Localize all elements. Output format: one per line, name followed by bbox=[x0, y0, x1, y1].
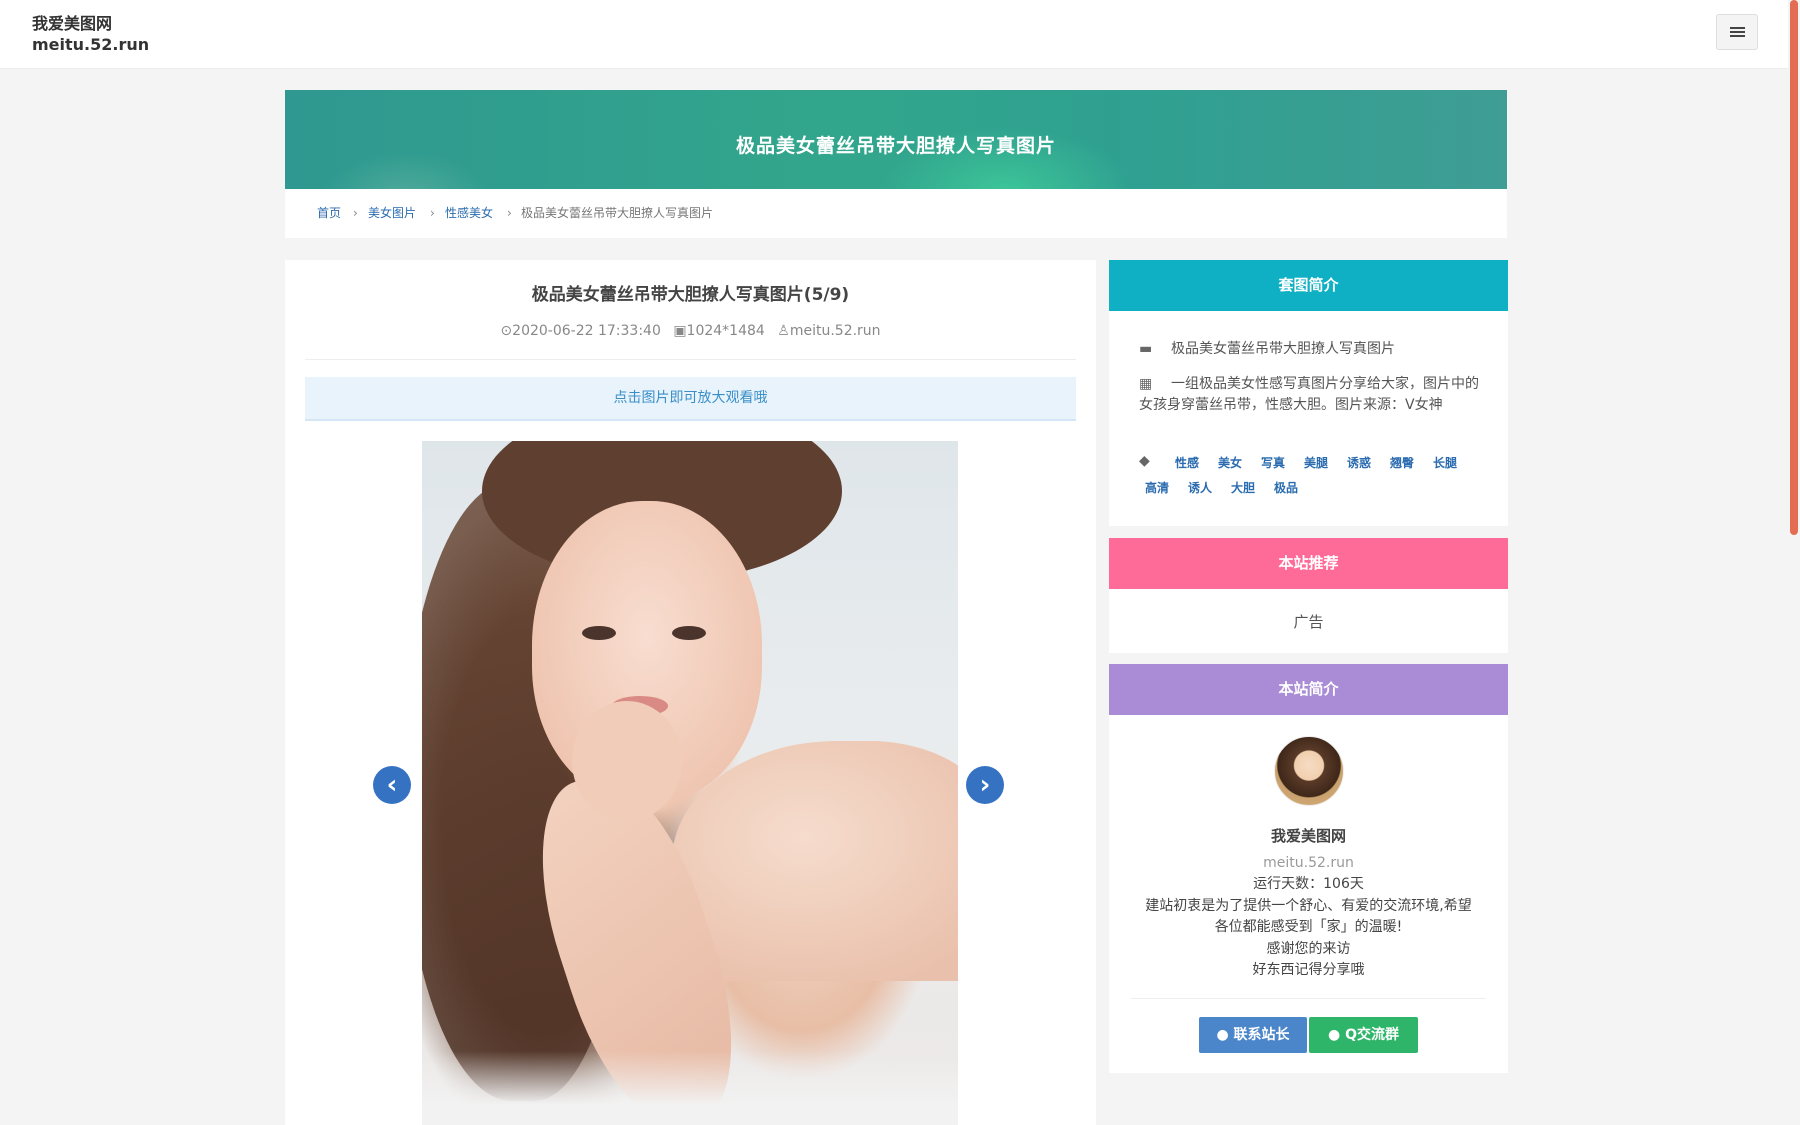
prev-image-button[interactable]: ‹ bbox=[373, 766, 411, 804]
post-date: 2020-06-22 17:33:40 bbox=[512, 323, 661, 339]
breadcrumb-subcategory[interactable]: 性感美女 bbox=[445, 189, 493, 238]
tag-item[interactable]: 长腿 bbox=[1433, 454, 1457, 471]
contact-admin-label: 联系站长 bbox=[1233, 1027, 1290, 1043]
tag-item[interactable]: 高清 bbox=[1145, 479, 1169, 496]
tags-icon: ◆ bbox=[1139, 453, 1150, 469]
recommend-card: 本站推荐 广告 bbox=[1109, 538, 1508, 653]
qq-group-label: Q交流群 bbox=[1345, 1027, 1399, 1043]
chevron-left-icon: ‹ bbox=[386, 770, 398, 800]
tag-item[interactable]: 写真 bbox=[1261, 454, 1285, 471]
scrollbar-thumb[interactable] bbox=[1790, 0, 1798, 535]
tag-item[interactable]: 性感 bbox=[1175, 454, 1199, 471]
gallery-name-row: ▬ 极品美女蕾丝吊带大胆撩人写真图片 bbox=[1139, 339, 1484, 360]
menu-toggle-button[interactable] bbox=[1716, 14, 1758, 50]
about-text-line: 好东西记得分享哦 bbox=[1252, 962, 1365, 978]
gallery-intro-heading: 套图简介 bbox=[1109, 260, 1508, 311]
users-icon: ● bbox=[1328, 1027, 1341, 1043]
post-title: 极品美女蕾丝吊带大胆撩人写真图片(5/9) bbox=[531, 285, 850, 305]
site-name[interactable]: 我爱美图网 bbox=[32, 14, 112, 34]
chevron-right-icon: › bbox=[979, 770, 991, 800]
next-image-button[interactable]: › bbox=[966, 766, 1004, 804]
tag-item[interactable]: 诱惑 bbox=[1347, 454, 1371, 471]
user-icon: ♙ bbox=[777, 323, 790, 339]
site-domain[interactable]: meitu.52.run bbox=[32, 35, 149, 55]
post-meta: ⊙2020-06-22 17:33:40 ▣1024*1484 ♙meitu.5… bbox=[285, 323, 1096, 339]
tag-item[interactable]: 大胆 bbox=[1231, 479, 1255, 496]
about-site-domain: meitu.52.run bbox=[1263, 855, 1354, 871]
gallery-description: 一组极品美女性感写真图片分享给大家，图片中的女孩身穿蕾丝吊带，性感大胆。图片来源… bbox=[1139, 376, 1479, 413]
about-site-card: 本站简介 我爱美图网 meitu.52.run 运行天数：106天 建站初衷是为… bbox=[1109, 664, 1508, 1073]
meta-date: ⊙2020-06-22 17:33:40 bbox=[500, 323, 660, 339]
image-icon: ▣ bbox=[673, 323, 687, 339]
tag-item[interactable]: 美女 bbox=[1218, 454, 1242, 471]
about-text-line: 各位都能感受到「家」的温暖! bbox=[1214, 919, 1403, 935]
gallery-intro-card: 套图简介 ▬ 极品美女蕾丝吊带大胆撩人写真图片 ▦ 一组极品美女性感写真图片分享给… bbox=[1109, 260, 1508, 526]
about-site-name: 我爱美图网 bbox=[1270, 827, 1346, 845]
divider bbox=[1131, 998, 1486, 999]
breadcrumb-separator: › bbox=[507, 206, 512, 220]
tag-item[interactable]: 诱人 bbox=[1188, 479, 1212, 496]
page-banner: 极品美女蕾丝吊带大胆撩人写真图片 bbox=[285, 90, 1507, 189]
qq-icon: ● bbox=[1216, 1027, 1229, 1043]
post-author[interactable]: meitu.52.run bbox=[790, 323, 881, 339]
post-panel: 极品美女蕾丝吊带大胆撩人写真图片(5/9) ⊙2020-06-22 17:33:… bbox=[285, 260, 1096, 1125]
tag-item[interactable]: 美腿 bbox=[1304, 454, 1328, 471]
qq-group-button[interactable]: ● Q交流群 bbox=[1309, 1017, 1418, 1053]
banner-title: 极品美女蕾丝吊带大胆撩人写真图片 bbox=[735, 135, 1056, 157]
recommend-heading: 本站推荐 bbox=[1109, 538, 1508, 589]
breadcrumb-separator: › bbox=[353, 206, 358, 220]
top-bar: 我爱美图网 meitu.52.run bbox=[0, 0, 1800, 69]
about-text-line: 建站初衷是为了提供一个舒心、有爱的交流环境,希望 bbox=[1145, 898, 1472, 914]
book-icon: ▬ bbox=[1139, 341, 1153, 357]
gallery-description-row: ▦ 一组极品美女性感写真图片分享给大家，图片中的女孩身穿蕾丝吊带，性感大胆。图片来… bbox=[1139, 374, 1484, 416]
breadcrumb-home[interactable]: 首页 bbox=[317, 189, 341, 238]
breadcrumb: 首页 › 美女图片 › 性感美女 › 极品美女蕾丝吊带大胆撩人写真图片 bbox=[285, 189, 1507, 238]
tag-item[interactable]: 极品 bbox=[1274, 479, 1298, 496]
breadcrumb-category[interactable]: 美女图片 bbox=[368, 189, 416, 238]
avatar bbox=[1274, 736, 1344, 806]
zoom-notice: 点击图片即可放大观看哦 bbox=[305, 377, 1076, 421]
meta-size: ▣1024*1484 bbox=[673, 323, 765, 339]
about-text-line: 感谢您的来访 bbox=[1266, 941, 1351, 957]
breadcrumb-separator: › bbox=[430, 206, 435, 220]
gallery-name: 极品美女蕾丝吊带大胆撩人写真图片 bbox=[1171, 341, 1395, 357]
running-days: 运行天数：106天 bbox=[1253, 876, 1364, 892]
breadcrumb-current: 极品美女蕾丝吊带大胆撩人写真图片 bbox=[521, 206, 714, 220]
meta-author: ♙meitu.52.run bbox=[777, 323, 880, 339]
image-size: 1024*1484 bbox=[686, 323, 765, 339]
divider bbox=[305, 359, 1076, 360]
calendar-icon: ▦ bbox=[1139, 376, 1153, 392]
post-photo[interactable] bbox=[422, 441, 958, 1125]
tag-item[interactable]: 翘臀 bbox=[1390, 454, 1414, 471]
contact-admin-button[interactable]: ● 联系站长 bbox=[1199, 1017, 1307, 1053]
clock-icon: ⊙ bbox=[500, 323, 513, 339]
about-site-heading: 本站简介 bbox=[1109, 664, 1508, 715]
ad-placeholder[interactable]: 广告 bbox=[1109, 611, 1508, 632]
